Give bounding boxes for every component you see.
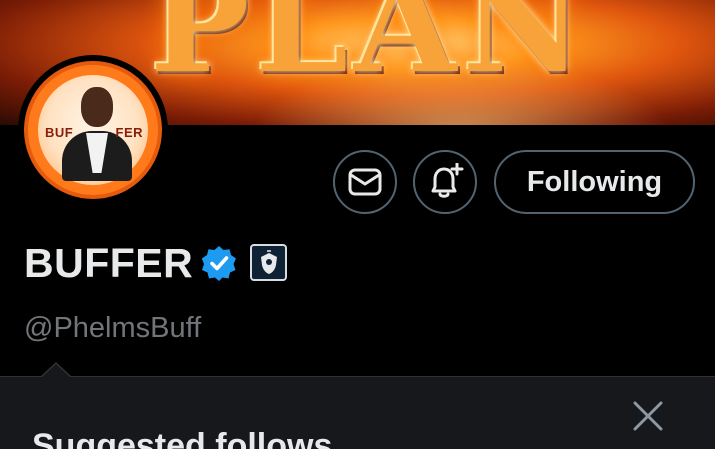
avatar-word-right: FER: [115, 125, 143, 140]
shield-icon: [260, 249, 277, 274]
following-button[interactable]: Following: [494, 150, 695, 214]
avatar[interactable]: BUF FER: [18, 55, 168, 205]
profile-name: BUFFER: [24, 240, 194, 286]
avatar-head: [81, 87, 113, 127]
close-button[interactable]: [630, 398, 666, 434]
bell-plus-icon: [431, 163, 464, 198]
profile-handle: @PhelmsBuff: [24, 312, 202, 344]
notifications-button[interactable]: [413, 150, 477, 214]
suggested-follows-title: Suggested follows: [32, 427, 333, 449]
shield-badge-icon[interactable]: [250, 244, 287, 281]
close-icon: [633, 401, 663, 431]
panel-notch-fill: [42, 364, 70, 377]
avatar-word-left: BUF: [45, 125, 74, 140]
avatar-image: BUF FER: [24, 61, 162, 199]
banner-text: PLAN: [150, 0, 590, 103]
envelope-icon: [348, 168, 382, 196]
verified-badge-icon[interactable]: [201, 245, 237, 281]
message-button[interactable]: [333, 150, 397, 214]
